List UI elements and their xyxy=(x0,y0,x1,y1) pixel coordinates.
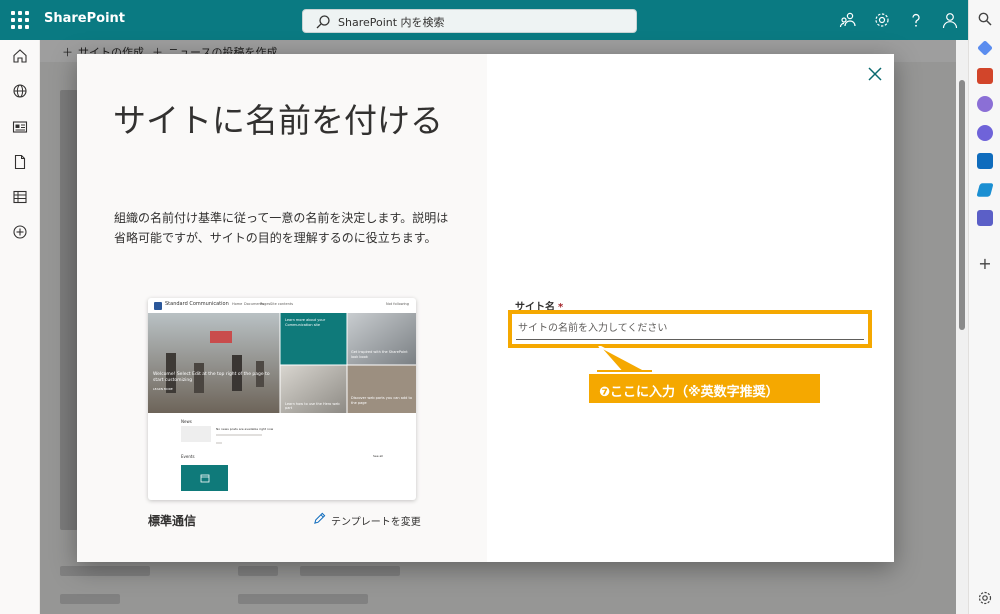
preview-nav-item: Pages xyxy=(260,302,271,306)
preview-hero-tile-text: Discover web parts you can add to the pa… xyxy=(351,396,412,405)
name-site-dialog: サイトに名前を付ける 組織の名前付け基準に従って一意の名前を決定します。説明は省… xyxy=(77,54,894,562)
close-icon xyxy=(868,67,882,81)
search-icon xyxy=(316,15,330,29)
template-preview: Standard Communication Home Documents Pa… xyxy=(148,298,416,500)
app-launcher-icon[interactable] xyxy=(11,11,29,29)
dialog-title: サイトに名前を付ける xyxy=(113,101,443,140)
list-icon[interactable] xyxy=(12,189,28,205)
add-circle-icon[interactable] xyxy=(12,224,28,240)
search-placeholder: SharePoint 内を検索 xyxy=(338,16,445,29)
preview-header: Standard Communication Home Documents Pa… xyxy=(148,298,416,313)
account-icon[interactable] xyxy=(941,11,959,29)
settings-gear-icon[interactable] xyxy=(873,11,891,29)
preview-follow: Not following xyxy=(386,302,409,306)
preview-nav-item: Home xyxy=(232,302,243,306)
dialog-left-pane: サイトに名前を付ける 組織の名前付け基準に従って一意の名前を決定します。説明は省… xyxy=(77,54,487,562)
teams-icon[interactable] xyxy=(977,210,993,226)
instruction-callout: ❼ここに入力（※英数字推奨） xyxy=(587,372,822,405)
suite-bar: SharePoint SharePoint 内を検索 xyxy=(0,0,968,40)
preview-nav-item: Site contents xyxy=(270,302,294,306)
site-name-highlight xyxy=(508,310,872,348)
people-icon[interactable] xyxy=(839,11,857,29)
outlook-icon[interactable] xyxy=(977,153,993,169)
callout-text: ❼ここに入力（※英数字推奨） xyxy=(599,385,779,400)
dialog-description: 組織の名前付け基準に従って一意の名前を決定します。説明は省略可能ですが、サイトの… xyxy=(114,211,449,245)
pencil-icon xyxy=(314,512,326,524)
help-icon[interactable] xyxy=(907,11,925,29)
globe-icon[interactable] xyxy=(12,83,28,99)
preview-hero-tile-text: Learn more about your Communication site xyxy=(285,318,326,327)
sidebar-search-icon[interactable] xyxy=(977,11,993,27)
search-box[interactable]: SharePoint 内を検索 xyxy=(302,9,637,33)
sidebar-settings-icon[interactable] xyxy=(977,590,993,606)
send-icon[interactable] xyxy=(976,183,994,197)
copilot-icon[interactable] xyxy=(977,125,993,141)
document-icon[interactable] xyxy=(12,154,28,170)
preview-events-heading: Events xyxy=(181,454,195,459)
user-x-icon[interactable] xyxy=(977,96,993,112)
preview-news-text: No news posts are available right now xyxy=(216,427,274,431)
preview-site-logo xyxy=(154,302,162,310)
preview-news-heading: News xyxy=(181,419,192,424)
site-name-input[interactable] xyxy=(516,318,864,340)
tools-icon[interactable] xyxy=(977,68,993,84)
calendar-icon xyxy=(200,474,210,483)
preview-hero-main-text: Welcome! Select Edit at the top right of… xyxy=(153,372,270,383)
preview-event-card xyxy=(181,465,228,491)
preview-learn-more: LEARN MORE xyxy=(153,387,173,391)
preview-see-all: See all xyxy=(373,454,384,458)
browser-sidebar: + xyxy=(968,0,1000,614)
left-app-rail xyxy=(0,40,40,614)
add-app-icon[interactable]: + xyxy=(977,256,993,272)
close-button[interactable] xyxy=(866,65,884,83)
preview-hero-tile-text: Get inspired with the SharePoint look bo… xyxy=(351,350,408,359)
preview-site-name: Standard Communication xyxy=(165,301,229,307)
home-icon[interactable] xyxy=(12,48,28,64)
change-template-label: テンプレートを変更 xyxy=(331,517,421,528)
page-scrollbar[interactable] xyxy=(956,40,968,614)
app-brand[interactable]: SharePoint xyxy=(44,11,125,26)
template-name: 標準通信 xyxy=(148,514,197,528)
news-icon[interactable] xyxy=(12,119,28,135)
tag-icon[interactable] xyxy=(977,40,993,56)
preview-hero-tile-text: Learn how to use the Hero web part xyxy=(285,402,340,410)
